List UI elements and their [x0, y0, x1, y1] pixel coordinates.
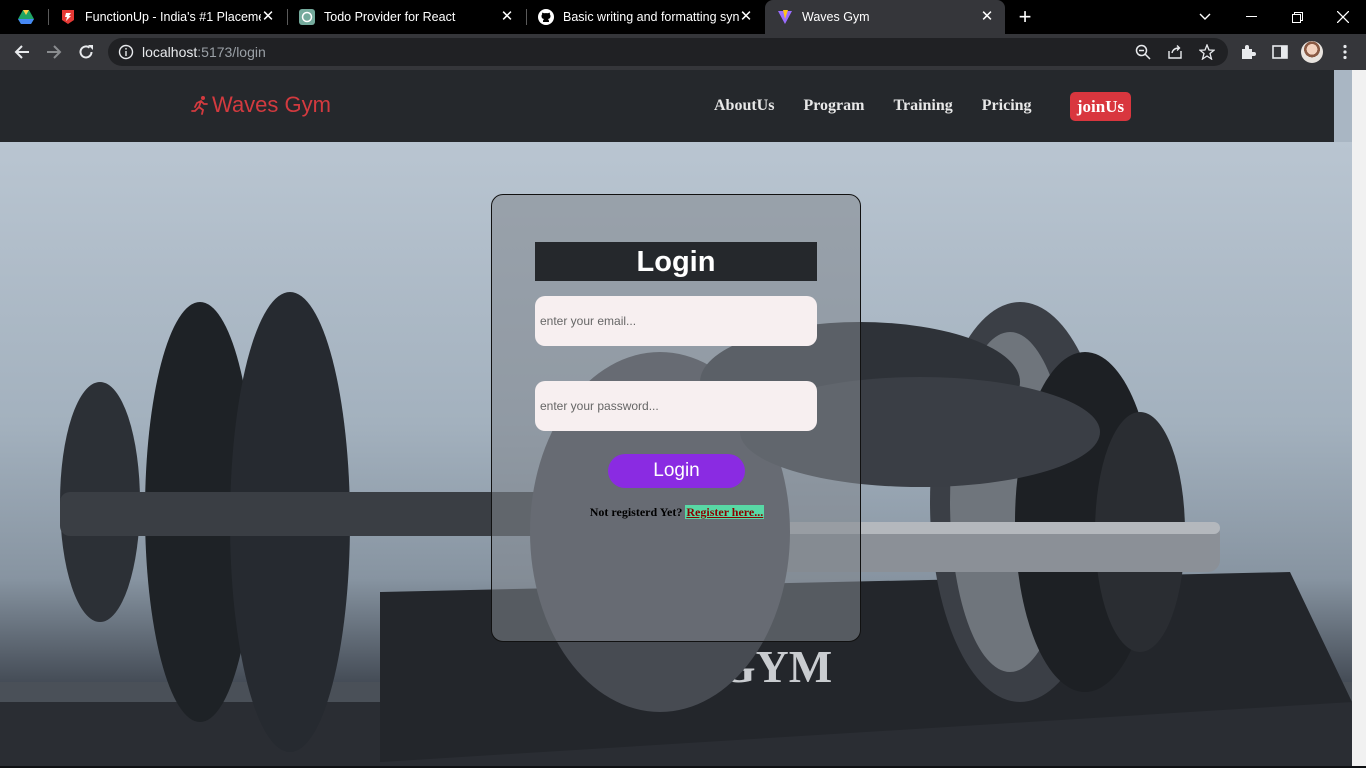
register-line: Not registerd Yet? Register here...	[492, 505, 862, 520]
tab-github[interactable]: Basic writing and formatting synt ✕	[528, 0, 764, 34]
login-button[interactable]: Login	[608, 454, 745, 488]
tab-todo-provider[interactable]: Todo Provider for React ✕	[289, 0, 525, 34]
reload-icon[interactable]	[74, 40, 98, 64]
register-prompt: Not registerd Yet?	[589, 505, 683, 519]
new-tab-button[interactable]: +	[1014, 6, 1036, 28]
logo-text: Waves Gym	[212, 92, 331, 117]
profile-avatar[interactable]	[1301, 41, 1323, 63]
restore-icon[interactable]	[1274, 0, 1320, 34]
nav-link-aboutus[interactable]: AboutUs	[714, 97, 774, 115]
url-host: localhost	[142, 44, 198, 60]
tab-strip: FunctionUp - India's #1 Placemen ✕ Todo …	[0, 0, 1366, 34]
kebab-menu-icon[interactable]	[1336, 43, 1354, 61]
nav-link-program[interactable]: Program	[803, 97, 864, 115]
openai-icon	[299, 9, 315, 25]
forward-arrow-icon[interactable]	[42, 40, 66, 64]
github-icon	[538, 9, 554, 25]
email-input[interactable]	[535, 296, 817, 346]
site-info-icon[interactable]	[118, 44, 134, 60]
bookmark-star-icon[interactable]	[1198, 43, 1216, 61]
join-us-button[interactable]: joinUs	[1070, 92, 1131, 121]
register-link[interactable]: Register here...	[685, 505, 765, 519]
tab-close-icon[interactable]: ✕	[738, 9, 754, 25]
zoom-icon[interactable]	[1135, 44, 1151, 60]
nav-link-training[interactable]: Training	[893, 97, 952, 115]
share-icon[interactable]	[1167, 44, 1183, 60]
browser-toolbar: localhost:5173/login	[0, 34, 1366, 70]
back-arrow-icon[interactable]	[10, 40, 34, 64]
page-scrollbar[interactable]	[1352, 70, 1366, 768]
main-nav: AboutUs Program Training Pricing	[714, 97, 1061, 115]
vite-icon	[777, 9, 793, 25]
page-viewport: C GYM Waves Gym AboutUs Program Training…	[0, 70, 1366, 768]
tab-title: Basic writing and formatting synt	[563, 10, 739, 24]
runner-icon	[191, 96, 208, 115]
tab-google-drive[interactable]	[10, 0, 48, 34]
tab-title: Waves Gym	[802, 10, 870, 24]
site-header: Waves Gym AboutUs Program Training Prici…	[0, 70, 1334, 142]
tab-title: Todo Provider for React	[324, 10, 456, 24]
url-path: :5173/login	[197, 44, 266, 60]
tab-close-icon[interactable]: ✕	[979, 9, 995, 25]
functionup-icon	[60, 9, 76, 25]
login-title: Login	[535, 242, 817, 281]
address-bar[interactable]: localhost:5173/login	[108, 38, 1228, 66]
side-panel-icon[interactable]	[1271, 43, 1289, 61]
close-window-icon[interactable]	[1320, 0, 1366, 34]
nav-link-pricing[interactable]: Pricing	[982, 97, 1032, 115]
tab-title: FunctionUp - India's #1 Placemen	[85, 10, 261, 24]
tab-functionup[interactable]: FunctionUp - India's #1 Placemen ✕	[50, 0, 286, 34]
login-card: Login Login Not registerd Yet? Register …	[491, 194, 861, 642]
google-drive-icon	[18, 9, 34, 25]
tab-search-chevron-icon[interactable]	[1182, 0, 1228, 34]
password-input[interactable]	[535, 381, 817, 431]
tab-close-icon[interactable]: ✕	[260, 9, 276, 25]
minimize-icon[interactable]	[1228, 0, 1274, 34]
extensions-puzzle-icon[interactable]	[1239, 43, 1257, 61]
address-url: localhost:5173/login	[142, 44, 266, 60]
tab-close-icon[interactable]: ✕	[499, 9, 515, 25]
tab-waves-gym[interactable]: Waves Gym ✕	[765, 0, 1005, 34]
site-logo[interactable]: Waves Gym	[190, 92, 331, 118]
